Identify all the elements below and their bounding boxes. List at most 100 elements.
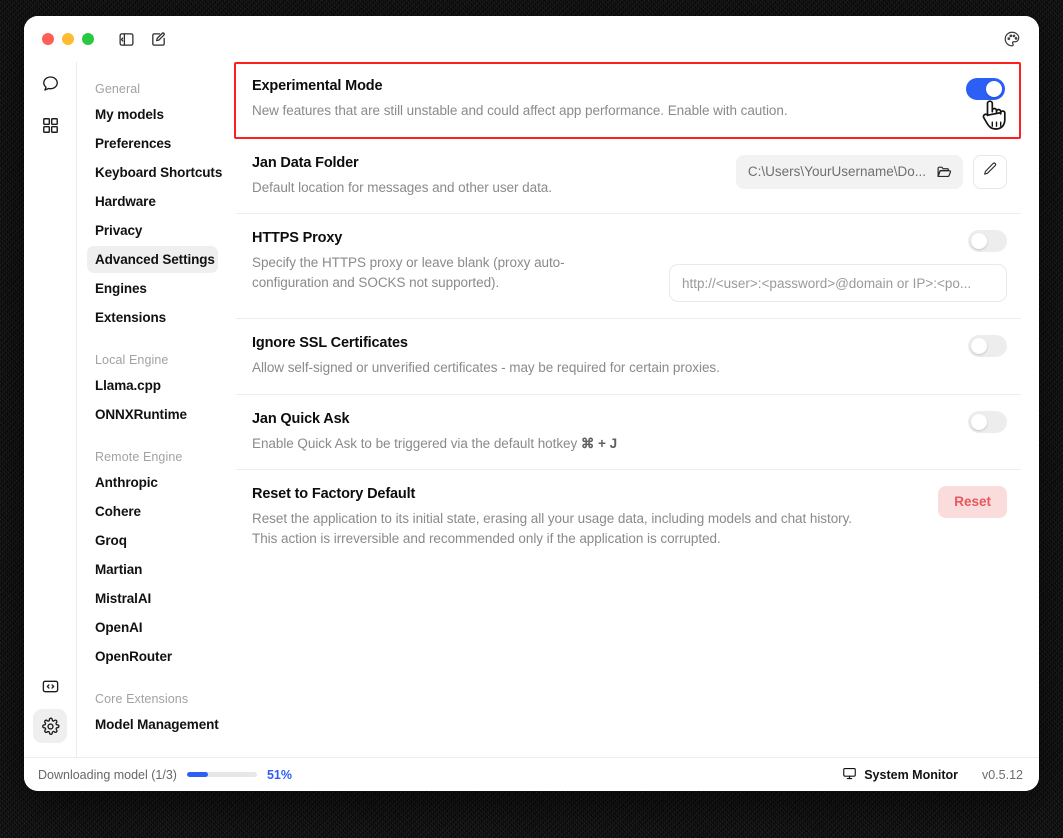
jan-quick-ask-description-prefix: Enable Quick Ask to be triggered via the…	[252, 435, 581, 451]
factory-reset-description: Reset the application to its initial sta…	[252, 511, 852, 546]
app-version: v0.5.12	[981, 767, 1023, 782]
new-chat-icon[interactable]	[148, 29, 168, 49]
setting-row-jan-data-folder: Jan Data Folder Default location for mes…	[236, 139, 1021, 215]
sidebar-item-hardware[interactable]: Hardware	[87, 188, 218, 215]
jan-data-folder-description: Default location for messages and other …	[252, 179, 552, 195]
sidebar-item-onnxruntime[interactable]: ONNXRuntime	[87, 401, 218, 428]
reset-button[interactable]: Reset	[938, 486, 1007, 518]
system-monitor-button[interactable]: System Monitor	[842, 766, 958, 784]
sidebar-item-mistralai[interactable]: MistralAI	[87, 585, 218, 612]
download-status: Downloading model (1/3) 51%	[38, 768, 292, 782]
sidebar-item-model-management[interactable]: Model Management	[87, 711, 219, 738]
chat-icon[interactable]	[33, 66, 67, 100]
code-icon[interactable]	[33, 669, 67, 703]
https-proxy-control: http://<user>:<password>@domain or IP>:<…	[669, 230, 1007, 303]
sidebar-item-my-models[interactable]: My models	[87, 101, 218, 128]
experimental-mode-title: Experimental Mode	[252, 78, 383, 94]
download-status-text: Downloading model (1/3)	[38, 767, 177, 782]
sidebar-item-extensions[interactable]: Extensions	[87, 304, 218, 331]
experimental-mode-text: Experimental Mode New features that are …	[252, 78, 788, 121]
experimental-mode-toggle[interactable]	[966, 78, 1005, 100]
factory-reset-control: Reset	[938, 486, 1007, 518]
sidebar-item-engines[interactable]: Engines	[87, 275, 218, 302]
ignore-ssl-toggle[interactable]	[968, 335, 1007, 358]
settings-panel: Experimental Mode New features that are …	[228, 62, 1039, 757]
nav-group-label-core-extensions: Core Extensions	[95, 692, 189, 706]
sidebar-item-anthropic[interactable]: Anthropic	[87, 469, 218, 496]
experimental-mode-description: New features that are still unstable and…	[252, 103, 788, 118]
settings-rows: Experimental Mode New features that are …	[228, 62, 1021, 564]
setting-row-https-proxy: HTTPS Proxy Specify the HTTPS proxy or l…	[236, 214, 1021, 320]
https-proxy-toggle[interactable]	[968, 230, 1007, 253]
jan-data-folder-path[interactable]: C:\Users\YourUsername\Do...	[735, 154, 963, 189]
jan-quick-ask-toggle[interactable]	[968, 410, 1007, 433]
jan-data-folder-text: Jan Data Folder Default location for mes…	[252, 155, 552, 198]
zoom-window-button[interactable]	[82, 33, 94, 45]
https-proxy-text: HTTPS Proxy Specify the HTTPS proxy or l…	[252, 230, 582, 292]
statusbar: Downloading model (1/3) 51% System Monit…	[24, 757, 1039, 791]
toggle-knob	[986, 81, 1002, 97]
app-window: General My models Preferences Keyboard S…	[24, 16, 1039, 791]
sidebar-item-keyboard-shortcuts[interactable]: Keyboard Shortcuts	[87, 159, 222, 186]
nav-gap	[87, 333, 218, 347]
toggle-sidebar-icon[interactable]	[116, 29, 136, 49]
sidebar-item-openai[interactable]: OpenAI	[87, 614, 218, 641]
grid-icon[interactable]	[33, 108, 67, 142]
sidebar-item-groq[interactable]: Groq	[87, 527, 218, 554]
window-traffic-lights	[42, 33, 94, 45]
ignore-ssl-text: Ignore SSL Certificates Allow self-signe…	[252, 335, 720, 378]
edit-data-folder-button[interactable]	[973, 154, 1007, 189]
nav-group-label-remote-engine: Remote Engine	[95, 450, 183, 464]
sidebar-item-openrouter[interactable]: OpenRouter	[87, 643, 218, 670]
pencil-icon	[982, 161, 998, 182]
download-progress-bar	[186, 772, 257, 777]
palette-icon[interactable]	[1001, 28, 1023, 50]
jan-quick-ask-control	[968, 410, 1007, 433]
ignore-ssl-title: Ignore SSL Certificates	[252, 335, 408, 352]
https-proxy-title: HTTPS Proxy	[252, 230, 343, 247]
sidebar-item-martian[interactable]: Martian	[87, 556, 218, 583]
jan-data-folder-control: C:\Users\YourUsername\Do...	[735, 154, 1007, 189]
toggle-knob	[971, 413, 987, 430]
folder-open-icon[interactable]	[936, 163, 953, 180]
close-window-button[interactable]	[42, 33, 54, 45]
jan-data-folder-path-value: C:\Users\YourUsername\Do...	[747, 164, 926, 180]
sidebar-item-cohere[interactable]: Cohere	[87, 498, 218, 525]
monitor-icon	[842, 766, 857, 784]
sidebar-item-privacy[interactable]: Privacy	[87, 217, 218, 244]
factory-reset-title: Reset to Factory Default	[252, 486, 416, 503]
toggle-knob	[971, 338, 987, 355]
jan-quick-ask-hotkey: ⌘ + J	[580, 435, 618, 451]
pointing-hand-cursor	[977, 98, 1007, 132]
minimize-window-button[interactable]	[62, 33, 74, 45]
ignore-ssl-control	[968, 335, 1007, 358]
setting-row-jan-quick-ask: Jan Quick Ask Enable Quick Ask to be tri…	[236, 395, 1021, 471]
jan-data-folder-title: Jan Data Folder	[252, 154, 359, 171]
titlebar	[24, 16, 1039, 62]
sidebar-item-advanced-settings[interactable]: Advanced Settings	[87, 246, 218, 273]
nav-group-label-general: General	[95, 82, 141, 96]
setting-row-experimental-mode: Experimental Mode New features that are …	[234, 62, 1021, 139]
jan-quick-ask-description: Enable Quick Ask to be triggered via the…	[252, 434, 617, 454]
https-proxy-description: Specify the HTTPS proxy or leave blank (…	[252, 255, 565, 290]
nav-gap	[87, 430, 218, 444]
sidebar-item-llama-cpp[interactable]: Llama.cpp	[87, 372, 218, 399]
https-proxy-input[interactable]: http://<user>:<password>@domain or IP>:<…	[669, 264, 1007, 303]
experimental-mode-control	[966, 78, 1005, 100]
settings-sidebar[interactable]: General My models Preferences Keyboard S…	[76, 62, 228, 757]
setting-row-ignore-ssl: Ignore SSL Certificates Allow self-signe…	[236, 319, 1021, 395]
https-proxy-input-placeholder: http://<user>:<password>@domain or IP>:<…	[682, 275, 972, 291]
icon-rail	[24, 62, 76, 757]
titlebar-left-icons	[116, 29, 168, 49]
nav-gap	[87, 672, 218, 686]
sidebar-item-preferences[interactable]: Preferences	[87, 130, 218, 157]
ignore-ssl-description: Allow self-signed or unverified certific…	[252, 360, 720, 376]
download-progress-percent: 51%	[266, 767, 292, 782]
factory-reset-text: Reset to Factory Default Reset the appli…	[252, 486, 862, 548]
jan-quick-ask-text: Jan Quick Ask Enable Quick Ask to be tri…	[252, 411, 617, 454]
gear-icon[interactable]	[33, 709, 67, 743]
rail-bottom-group	[33, 669, 67, 757]
app-body: General My models Preferences Keyboard S…	[24, 62, 1039, 757]
download-progress-fill	[186, 772, 208, 777]
nav-group-label-local-engine: Local Engine	[95, 353, 169, 367]
